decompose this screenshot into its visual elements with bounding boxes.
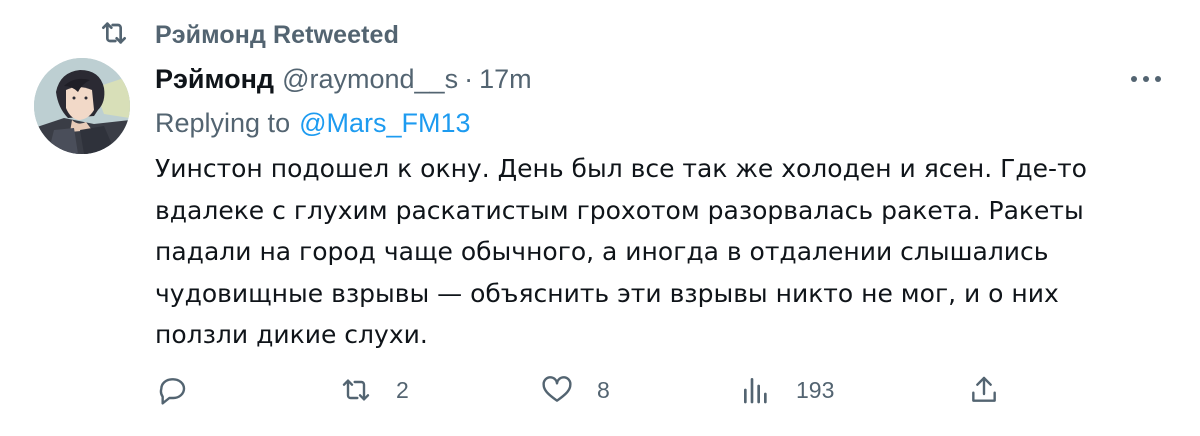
retweet-button[interactable]: 2 [340, 370, 409, 410]
views-count: 193 [796, 376, 835, 403]
avatar[interactable] [34, 58, 130, 154]
more-options-button[interactable] [1126, 64, 1166, 94]
like-count: 8 [597, 376, 610, 403]
retweet-icon [98, 17, 130, 54]
share-icon [968, 374, 1000, 406]
retweet-count: 2 [396, 376, 409, 403]
retweet-banner: Рэймонд Retweeted [98, 18, 399, 52]
display-name[interactable]: Рэймонд [155, 64, 274, 95]
share-button[interactable] [968, 370, 1000, 410]
separator-dot: · [464, 63, 474, 94]
heart-icon [541, 374, 573, 406]
like-button[interactable]: 8 [541, 370, 610, 410]
timestamp[interactable]: 17m [479, 64, 532, 95]
replying-to-prefix: Replying to [155, 107, 291, 138]
retweeted-by-label[interactable]: Рэймонд Retweeted [155, 21, 399, 50]
tweet-header: Рэймонд @raymond__s · 17m [155, 60, 532, 98]
reply-icon [156, 374, 188, 406]
more-options-icon [1130, 70, 1162, 88]
retweet-icon [340, 374, 372, 406]
replying-to: Replying to @Mars_FM13 [155, 104, 471, 142]
tweet-text: Уинстон подошел к окну. День был все так… [155, 154, 1087, 350]
analytics-icon [740, 374, 772, 406]
reply-button[interactable] [156, 370, 188, 410]
views-button[interactable]: 193 [740, 370, 834, 410]
replying-to-mention[interactable]: @Mars_FM13 [299, 108, 470, 139]
user-handle[interactable]: @raymond__s [282, 64, 458, 95]
